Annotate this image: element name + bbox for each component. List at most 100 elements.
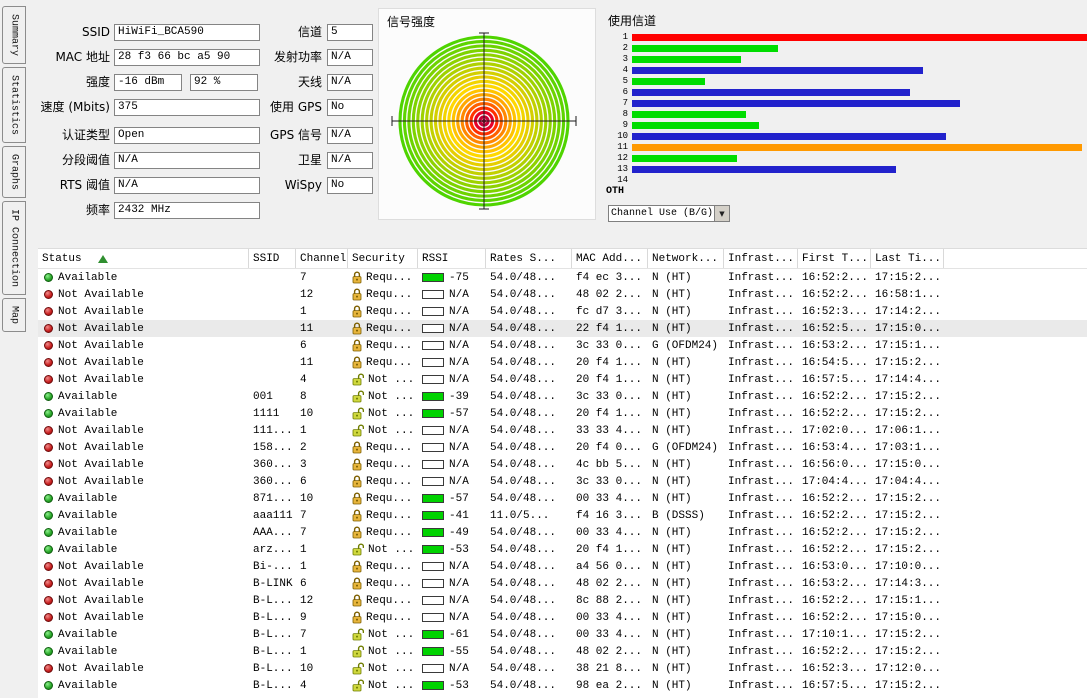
table-row[interactable]: Available111110Not ...-5754.0/48...20 f4…	[38, 405, 1087, 422]
detail-field-frequency[interactable]: 2432 MHz	[114, 202, 260, 219]
column-header-label: Status	[42, 253, 82, 265]
mac-address-cell: f4 ec 3...	[572, 269, 648, 286]
mac-address-cell: 4c bb 5...	[572, 456, 648, 473]
first-time-cell: 16:52:2...	[798, 643, 871, 660]
mac-address-cell: 00 33 4...	[572, 524, 648, 541]
mac-address-cell: 38 21 8...	[572, 660, 648, 677]
table-row[interactable]: Not Available158...2Requ...N/A54.0/48...…	[38, 439, 1087, 456]
column-header-ssid[interactable]: SSID	[249, 249, 296, 268]
table-row[interactable]: Available0018Not ...-3954.0/48...3c 33 0…	[38, 388, 1087, 405]
ssid-cell: B-LINK	[249, 575, 296, 592]
column-header-infrast[interactable]: Infrast...	[724, 249, 798, 268]
status-text: Available	[58, 408, 117, 420]
network-type-cell: N (HT)	[648, 609, 724, 626]
detail-field-tx-power[interactable]: N/A	[327, 49, 373, 66]
column-header-last-ti[interactable]: Last Ti...	[871, 249, 944, 268]
table-row[interactable]: AvailableB-L...4Not ...-5354.0/48...98 e…	[38, 677, 1087, 694]
ssid-cell	[249, 269, 296, 286]
detail-field-strength[interactable]: -16 dBm	[114, 74, 182, 91]
ssid-cell: aaa111	[249, 507, 296, 524]
status-unavailable-icon	[44, 664, 53, 673]
last-time-cell: 17:10:0...	[871, 558, 944, 575]
detail-field-satellite[interactable]: N/A	[327, 152, 373, 169]
rssi-cell: N/A	[418, 660, 486, 677]
rates-cell: 54.0/48...	[486, 456, 572, 473]
detail-field-channel[interactable]: 5	[327, 24, 373, 41]
rssi-cell: N/A	[418, 354, 486, 371]
column-header-mac-add[interactable]: MAC Add...	[572, 249, 648, 268]
table-row[interactable]: Not Available360...3Requ...N/A54.0/48...…	[38, 456, 1087, 473]
table-row[interactable]: Not Available11Requ...N/A54.0/48...22 f4…	[38, 320, 1087, 337]
channel-mode-dropdown[interactable]: Channel Use (B/G) ▼	[608, 205, 730, 222]
last-time-cell: 17:15:2...	[871, 490, 944, 507]
table-row[interactable]: AvailableB-L...7Not ...-6154.0/48...00 3…	[38, 626, 1087, 643]
table-row[interactable]: Not Available11Requ...N/A54.0/48...20 f4…	[38, 354, 1087, 371]
security-text: Requ...	[366, 493, 412, 505]
table-row[interactable]: Not AvailableB-L...10Not ...N/A54.0/48..…	[38, 660, 1087, 677]
rssi-cell: N/A	[418, 371, 486, 388]
table-row[interactable]: Availableaaa1117Requ...-4111.0/5...f4 16…	[38, 507, 1087, 524]
last-time-cell: 17:15:1...	[871, 337, 944, 354]
ssid-cell: 871...	[249, 490, 296, 507]
column-header-first-t[interactable]: First T...	[798, 249, 871, 268]
table-row[interactable]: Not AvailableB-L...12Requ...N/A54.0/48..…	[38, 592, 1087, 609]
channel-cell: 9	[296, 609, 348, 626]
security-text: Requ...	[366, 272, 412, 284]
table-row[interactable]: Available871...10Requ...-5754.0/48...00 …	[38, 490, 1087, 507]
table-row[interactable]: Not AvailableB-L...9Requ...N/A54.0/48...…	[38, 609, 1087, 626]
lock-closed-icon	[352, 356, 362, 369]
security-text: Requ...	[366, 510, 412, 522]
table-row[interactable]: Availablearz...1Not ...-5354.0/48...20 f…	[38, 541, 1087, 558]
ssid-cell: B-L...	[249, 592, 296, 609]
chevron-down-icon[interactable]: ▼	[714, 206, 729, 221]
column-header-rates-s[interactable]: Rates S...	[486, 249, 572, 268]
status-unavailable-icon	[44, 596, 53, 605]
first-time-cell: 16:57:5...	[798, 677, 871, 694]
infrastructure-cell: Infrast...	[724, 286, 798, 303]
infrastructure-cell: Infrast...	[724, 677, 798, 694]
table-row[interactable]: Not Available1Requ...N/A54.0/48...fc d7 …	[38, 303, 1087, 320]
column-header-security[interactable]: Security	[348, 249, 418, 268]
table-row[interactable]: Not AvailableB-LINK6Requ...N/A54.0/48...…	[38, 575, 1087, 592]
network-type-cell: N (HT)	[648, 524, 724, 541]
status-cell: Available	[38, 269, 249, 286]
table-row[interactable]: AvailableAAA...7Requ...-4954.0/48...00 3…	[38, 524, 1087, 541]
security-cell: Requ...	[348, 609, 418, 626]
table-row[interactable]: AvailableB-L...1Not ...-5554.0/48...48 0…	[38, 643, 1087, 660]
table-row[interactable]: Not Available6Requ...N/A54.0/48...3c 33 …	[38, 337, 1087, 354]
security-text: Requ...	[366, 357, 412, 369]
status-unavailable-icon	[44, 358, 53, 367]
status-unavailable-icon	[44, 477, 53, 486]
column-header-channel[interactable]: Channel	[296, 249, 348, 268]
rates-cell: 54.0/48...	[486, 388, 572, 405]
status-text: Available	[58, 646, 117, 658]
tab-map[interactable]: Map	[2, 298, 26, 332]
status-available-icon	[44, 409, 53, 418]
rates-cell: 54.0/48...	[486, 660, 572, 677]
rssi-cell: N/A	[418, 592, 486, 609]
infrastructure-cell: Infrast...	[724, 643, 798, 660]
table-row[interactable]: Available7Requ...-7554.0/48...f4 ec 3...…	[38, 269, 1087, 286]
detail-field-use-gps[interactable]: No	[327, 99, 373, 116]
table-row[interactable]: Not Available360...6Requ...N/A54.0/48...…	[38, 473, 1087, 490]
detail-field-gps-signal[interactable]: N/A	[327, 127, 373, 144]
column-header-network[interactable]: Network...	[648, 249, 724, 268]
security-cell: Requ...	[348, 473, 418, 490]
status-cell: Not Available	[38, 609, 249, 626]
rssi-bar-icon	[422, 443, 444, 452]
column-header-status[interactable]: Status	[38, 249, 249, 268]
table-row[interactable]: Not AvailableBi-...1Requ...N/A54.0/48...…	[38, 558, 1087, 575]
table-row[interactable]: Not Available111...1Not ...N/A54.0/48...…	[38, 422, 1087, 439]
security-cell: Requ...	[348, 269, 418, 286]
column-header-rssi[interactable]: RSSI	[418, 249, 486, 268]
channel-label: 4	[600, 67, 632, 74]
table-row[interactable]: Not Available4Not ...N/A54.0/48...20 f4 …	[38, 371, 1087, 388]
detail-field-antenna[interactable]: N/A	[327, 74, 373, 91]
rssi-text: N/A	[449, 578, 469, 590]
ssid-cell	[249, 303, 296, 320]
detail-field-wispy[interactable]: No	[327, 177, 373, 194]
channel-usage-bar	[632, 133, 946, 140]
status-text: Available	[58, 680, 117, 692]
table-row[interactable]: Not Available12Requ...N/A54.0/48...48 02…	[38, 286, 1087, 303]
channel-cell: 7	[296, 626, 348, 643]
